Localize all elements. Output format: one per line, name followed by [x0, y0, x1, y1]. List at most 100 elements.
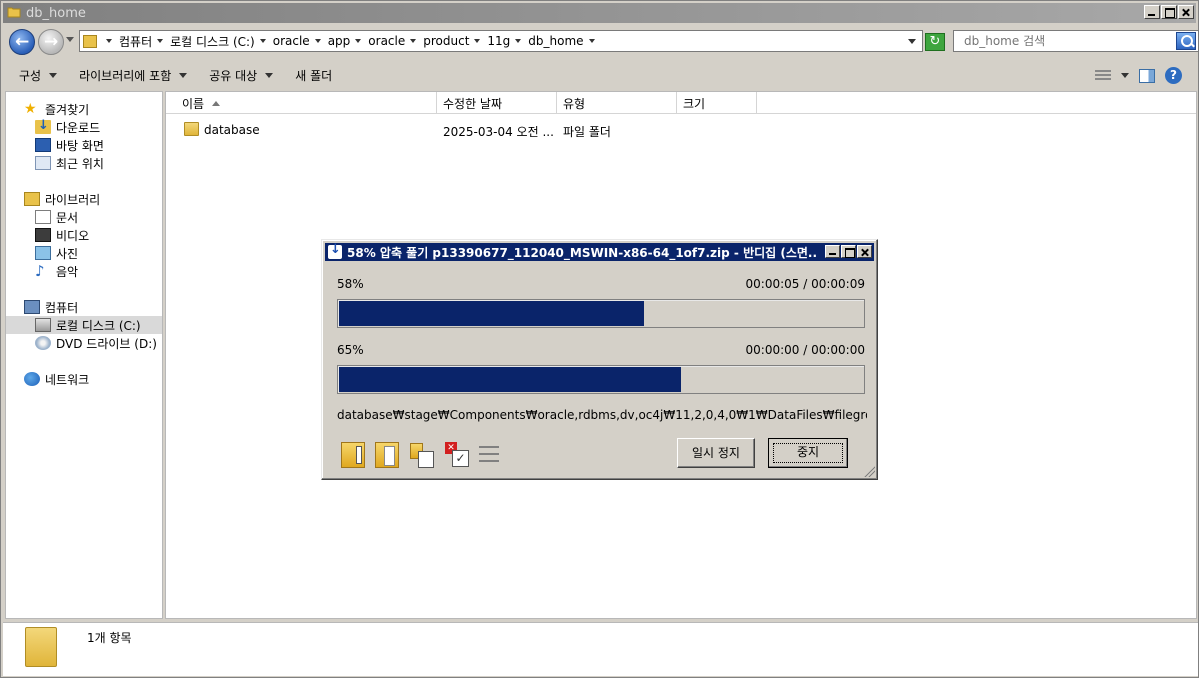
- bandizip-icon: [328, 243, 342, 259]
- chevron-down-icon[interactable]: [314, 39, 321, 43]
- nav-libraries[interactable]: 라이브러리: [6, 190, 162, 208]
- video-icon: [35, 228, 51, 242]
- nav-computer[interactable]: 컴퓨터: [6, 298, 162, 316]
- window-title: db_home: [26, 5, 86, 21]
- progress-fill: [339, 301, 644, 326]
- focus-ring: [773, 443, 843, 463]
- search-box[interactable]: [953, 30, 1199, 52]
- nav-local-disk[interactable]: 로컬 디스크 (C:): [6, 316, 162, 334]
- window-caption-buttons: [1143, 5, 1194, 19]
- chevron-down-icon[interactable]: [410, 39, 417, 43]
- dialog-caption-buttons: [824, 245, 872, 258]
- desktop-icon: [35, 138, 51, 152]
- nav-label: 다운로드: [56, 120, 101, 135]
- navigation-pane: ★ 즐겨찾기 다운로드 바탕 화면 최근 위치 라이브러리 문서 비디오: [5, 91, 163, 619]
- copy-icon[interactable]: [409, 442, 434, 468]
- chevron-down-icon: [265, 73, 274, 78]
- preview-pane-icon[interactable]: [1139, 68, 1155, 83]
- column-label: 수정한 날짜: [443, 96, 503, 111]
- document-icon: [35, 210, 51, 224]
- nav-label: 문서: [56, 210, 79, 225]
- search-icon[interactable]: [1176, 32, 1196, 50]
- column-label: 크기: [683, 96, 706, 111]
- nav-recent[interactable]: 최근 위치: [6, 154, 162, 172]
- breadcrumb-oracle-2[interactable]: oracle: [368, 34, 405, 48]
- recent-pages-dropdown-icon[interactable]: [66, 37, 74, 42]
- nav-downloads[interactable]: 다운로드: [6, 118, 162, 136]
- breadcrumb-local-disk[interactable]: 로컬 디스크 (C:): [170, 33, 255, 50]
- progress-fill: [339, 367, 681, 392]
- chevron-down-icon[interactable]: [106, 39, 112, 43]
- chevron-down-icon[interactable]: [515, 39, 522, 43]
- nav-favorites[interactable]: ★ 즐겨찾기: [6, 100, 162, 118]
- address-bar[interactable]: 컴퓨터 로컬 디스크 (C:) oracle app oracle produc…: [79, 30, 923, 52]
- close-button[interactable]: [857, 245, 872, 258]
- chevron-down-icon[interactable]: [588, 39, 595, 43]
- nav-label: 비디오: [56, 228, 90, 243]
- item-count: 1개 항목: [87, 631, 132, 645]
- search-input[interactable]: [962, 33, 1162, 49]
- nav-pictures[interactable]: 사진: [6, 244, 162, 262]
- organize-menu[interactable]: 구성: [19, 67, 58, 84]
- address-row: 컴퓨터 로컬 디스크 (C:) oracle app oracle produc…: [3, 25, 1199, 59]
- breadcrumb-oracle[interactable]: oracle: [273, 34, 310, 48]
- refresh-button[interactable]: ↻: [925, 33, 945, 51]
- star-icon: ★: [24, 101, 37, 117]
- column-header-size[interactable]: 크기: [677, 92, 757, 114]
- help-icon[interactable]: ?: [1165, 67, 1182, 84]
- breadcrumb-db-home[interactable]: db_home: [528, 34, 583, 48]
- table-row[interactable]: database 2025-03-04 오전 ... 파일 폴더: [166, 120, 1196, 140]
- nav-documents[interactable]: 문서: [6, 208, 162, 226]
- column-header-modified[interactable]: 수정한 날짜: [437, 92, 557, 114]
- new-folder-button[interactable]: 새 폴더: [295, 67, 332, 84]
- menu-icon[interactable]: [479, 446, 499, 463]
- file-name[interactable]: database: [204, 123, 260, 137]
- window-titlebar[interactable]: db_home: [3, 3, 1196, 23]
- chevron-down-icon[interactable]: [355, 39, 362, 43]
- nav-label: 컴퓨터: [45, 300, 79, 315]
- stop-button[interactable]: 중지: [768, 438, 848, 468]
- minimize-button[interactable]: [1144, 5, 1160, 19]
- nav-desktop[interactable]: 바탕 화면: [6, 136, 162, 154]
- address-history-dropdown-icon[interactable]: [908, 39, 916, 44]
- close-button[interactable]: [1178, 5, 1194, 19]
- maximize-button[interactable]: [1161, 5, 1177, 19]
- close-when-done-icon[interactable]: [445, 442, 469, 468]
- current-file-path: database₩stage₩Components₩oracle,rdbms,d…: [337, 408, 867, 422]
- share-with-menu[interactable]: 공유 대상: [209, 67, 274, 84]
- breadcrumb-11g[interactable]: 11g: [487, 34, 510, 48]
- column-label: 유형: [563, 96, 586, 111]
- minimize-button[interactable]: [825, 245, 840, 258]
- nav-music[interactable]: ♪ 음악: [6, 262, 162, 280]
- file-progress-bar: [337, 365, 865, 394]
- column-header-type[interactable]: 유형: [557, 92, 677, 114]
- pause-button[interactable]: 일시 정지: [677, 438, 755, 468]
- nav-dvd-drive[interactable]: DVD 드라이브 (D:): [6, 334, 162, 352]
- maximize-button[interactable]: [841, 245, 856, 258]
- views-icon[interactable]: [1095, 69, 1111, 82]
- chevron-down-icon[interactable]: [259, 39, 266, 43]
- folder-icon: [184, 122, 199, 136]
- music-icon: ♪: [35, 262, 45, 280]
- resize-grip[interactable]: [863, 465, 875, 477]
- breadcrumb-product[interactable]: product: [423, 34, 469, 48]
- total-progress-bar: [337, 299, 865, 328]
- open-destination-icon[interactable]: [375, 442, 399, 468]
- file-progress-time: 00:00:00 / 00:00:00: [745, 343, 865, 357]
- forward-button[interactable]: [38, 29, 64, 55]
- include-in-library-menu[interactable]: 라이브러리에 포함: [79, 67, 188, 84]
- dialog-titlebar[interactable]: 58% 압축 풀기 p13390677_112040_MSWIN-x86-64_…: [325, 243, 874, 261]
- nav-label: 최근 위치: [56, 156, 104, 171]
- nav-videos[interactable]: 비디오: [6, 226, 162, 244]
- chevron-down-icon[interactable]: [157, 39, 164, 43]
- breadcrumb-computer[interactable]: 컴퓨터: [119, 33, 152, 50]
- nav-label: 바탕 화면: [56, 138, 104, 153]
- chevron-down-icon[interactable]: [474, 39, 481, 43]
- chevron-down-icon[interactable]: [1121, 73, 1129, 78]
- column-header-name[interactable]: 이름: [166, 92, 437, 114]
- breadcrumb-app[interactable]: app: [328, 34, 351, 48]
- open-folder-icon[interactable]: [341, 442, 365, 468]
- back-button[interactable]: [9, 29, 35, 55]
- hard-drive-icon: [35, 318, 51, 332]
- nav-network[interactable]: 네트워크: [6, 370, 162, 388]
